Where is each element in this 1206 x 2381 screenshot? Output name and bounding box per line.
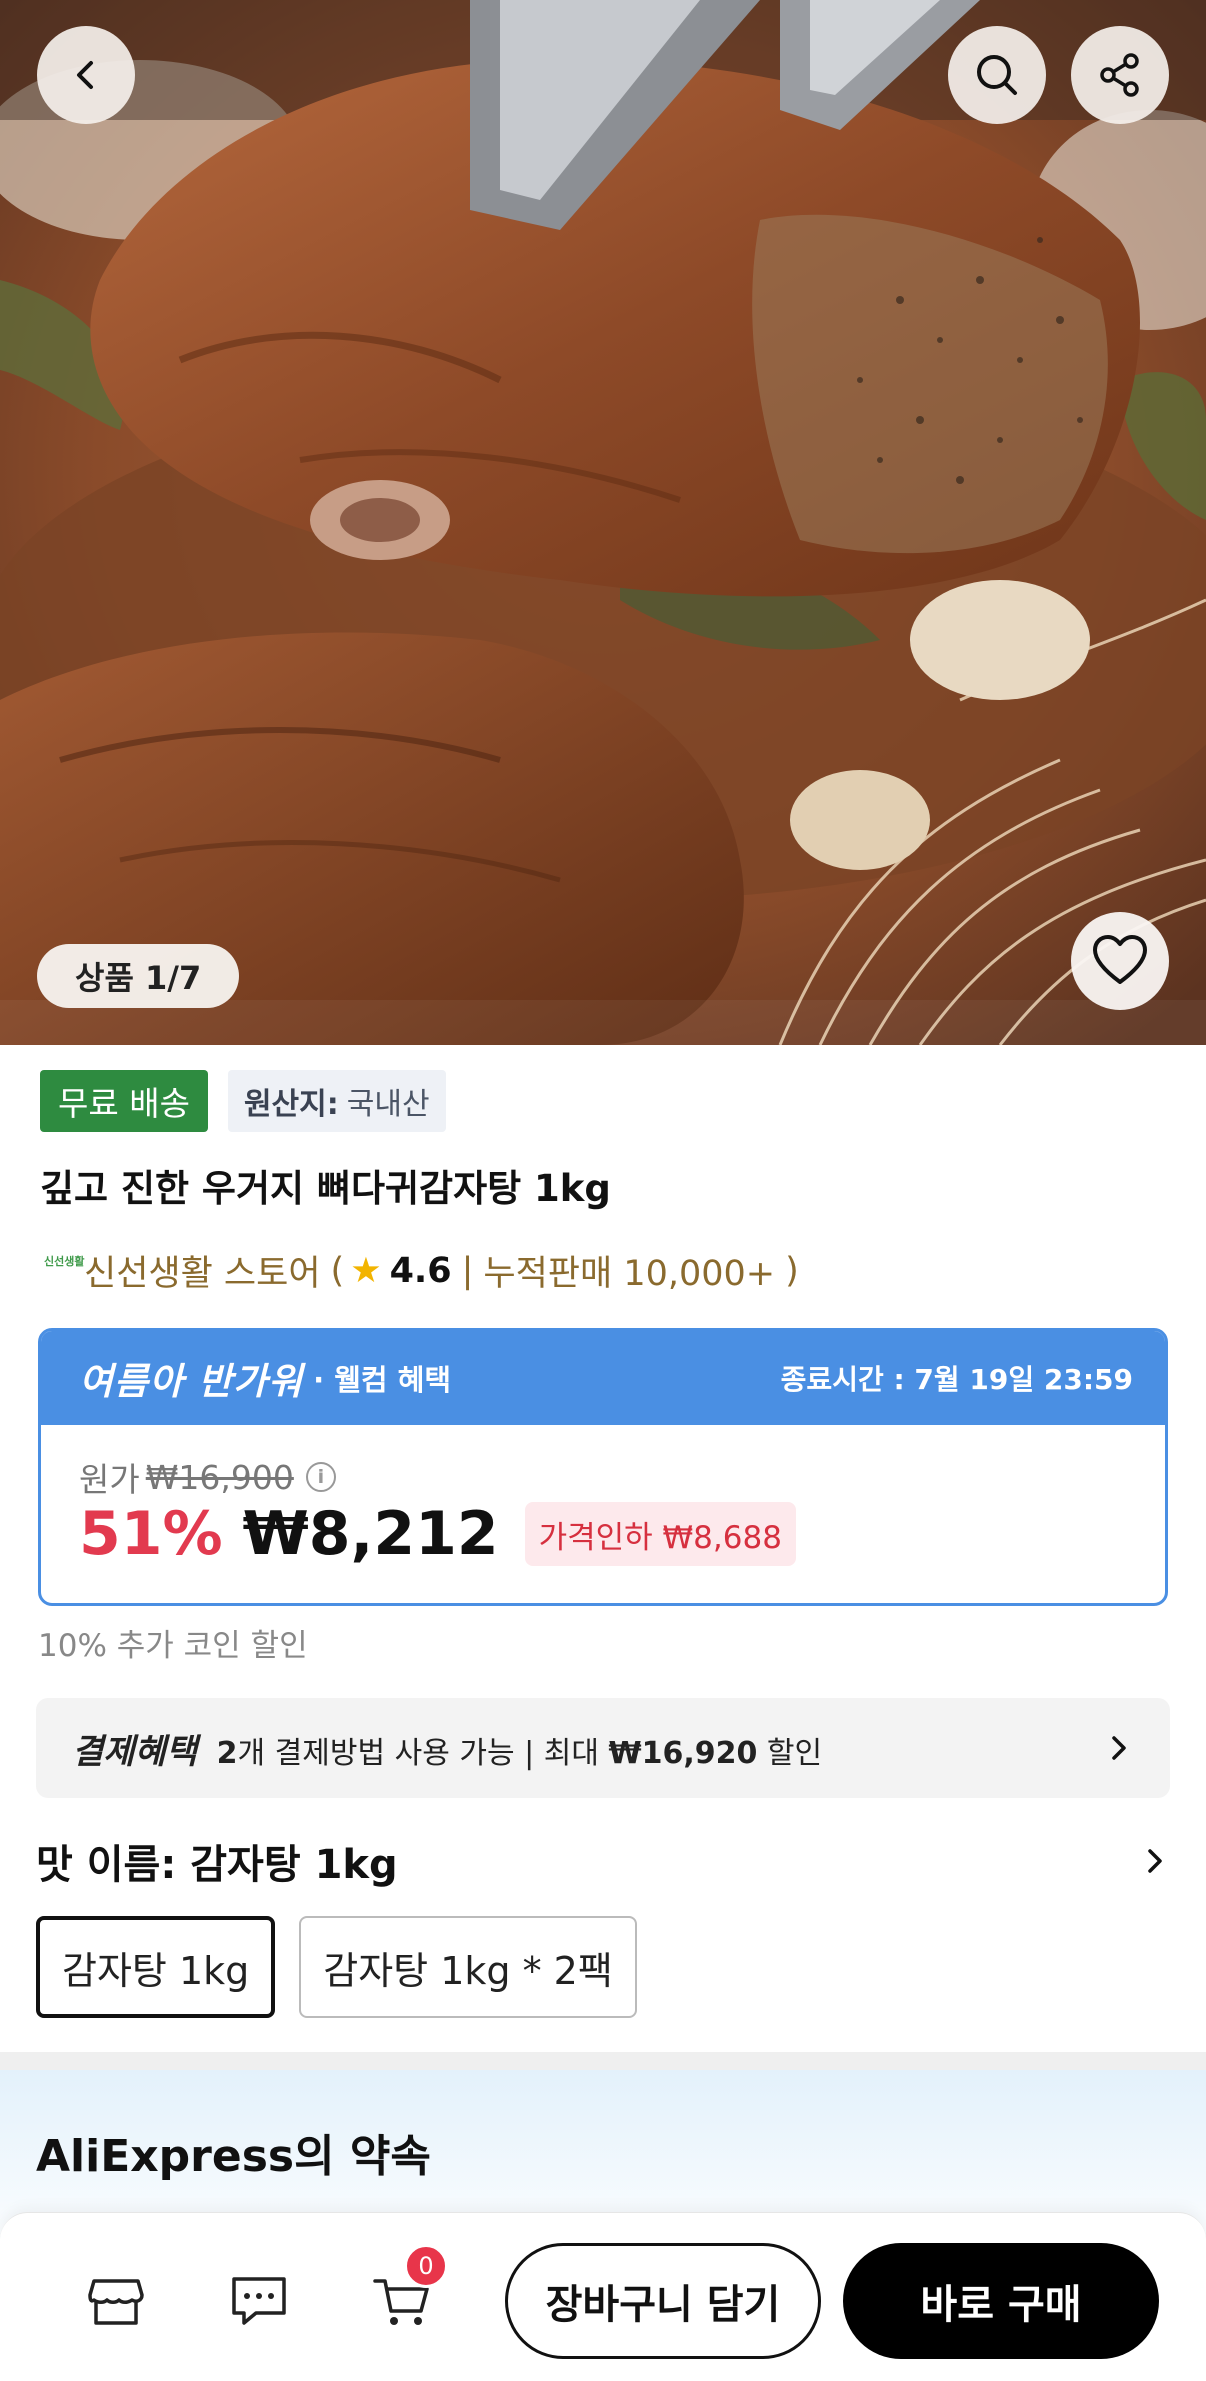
- chevron-right-icon: [1148, 1849, 1162, 1873]
- flavor-selector-header[interactable]: 맛 이름: 감자탕 1kg: [36, 1832, 1170, 1890]
- search-button[interactable]: [948, 26, 1046, 124]
- favorite-button[interactable]: [1071, 912, 1169, 1010]
- flavor-option[interactable]: 감자탕 1kg: [36, 1916, 276, 2018]
- chevron-left-icon: [77, 61, 93, 89]
- original-price: ₩16,900: [145, 1457, 294, 1497]
- info-icon[interactable]: i: [305, 1462, 336, 1492]
- flavor-options: 감자탕 1kg 감자탕 1kg * 2팩: [36, 1916, 637, 2018]
- sale-price: ₩8,212: [242, 1499, 499, 1569]
- share-icon: [1100, 53, 1139, 97]
- paren-close: ): [785, 1250, 799, 1291]
- chat-icon: [232, 2277, 286, 2325]
- back-button[interactable]: [37, 26, 135, 124]
- store-sales: 누적판매 10,000+: [483, 1254, 776, 1294]
- chat-button[interactable]: [227, 2269, 291, 2333]
- original-price-row: 원가 ₩16,900 i: [79, 1453, 336, 1501]
- product-tags: 무료 배송 원산지: 국내산: [40, 1070, 446, 1132]
- flavor-label: 맛 이름: 감자탕 1kg: [36, 1842, 398, 1888]
- promo-subtitle: · 웰컴 혜택: [313, 1363, 452, 1397]
- promo-banner: 여름아 반가워 · 웰컴 혜택 종료시간 : 7월 19일 23:59: [41, 1331, 1165, 1425]
- bottom-action-bar: 0 장바구니 담기 바로 구매: [0, 2212, 1206, 2381]
- payment-benefits-suffix: 할인: [766, 1735, 823, 1771]
- store-rating: 4.6: [389, 1250, 452, 1291]
- discount-percent: 51%: [79, 1499, 223, 1569]
- payment-benefits-bar[interactable]: 결제혜택 2개 결제방법 사용 가능 | 최대 ₩16,920 할인: [36, 1698, 1170, 1798]
- payment-benefits-text: 개 결제방법 사용 가능 | 최대: [237, 1735, 599, 1771]
- heart-icon: [1093, 935, 1147, 984]
- flavor-option[interactable]: 감자탕 1kg * 2팩: [299, 1916, 637, 2018]
- store-button[interactable]: [84, 2269, 148, 2333]
- buy-now-button[interactable]: 바로 구매: [843, 2243, 1159, 2359]
- original-price-label: 원가: [79, 1460, 140, 1499]
- share-button[interactable]: [1071, 26, 1169, 124]
- separator: |: [461, 1250, 474, 1291]
- promo-title: 여름아 반가워: [79, 1360, 304, 1403]
- star-icon: ★: [350, 1250, 382, 1291]
- image-counter: 상품 1/7: [37, 944, 240, 1008]
- payment-method-count: 2: [216, 1735, 238, 1771]
- origin-badge: 원산지: 국내산: [227, 1070, 446, 1132]
- search-icon: [977, 55, 1017, 95]
- cart-count-badge: 0: [404, 2244, 448, 2288]
- price-card: 여름아 반가워 · 웰컴 혜택 종료시간 : 7월 19일 23:59 원가 ₩…: [38, 1328, 1168, 1606]
- product-title: 깊고 진한 우거지 뼈다귀감자탕 1kg: [40, 1167, 611, 1210]
- store-icon: [88, 2279, 144, 2325]
- section-divider: [0, 2052, 1206, 2070]
- promo-end-time: 종료시간 : 7월 19일 23:59: [780, 1363, 1133, 1396]
- origin-label: 원산지:: [243, 1087, 339, 1122]
- origin-value: 국내산: [346, 1087, 430, 1122]
- sale-price-row: 51% ₩8,212 가격인하 ₩8,688: [79, 1499, 796, 1569]
- free-shipping-badge: 무료 배송: [40, 1070, 208, 1132]
- coin-discount-text: 10% 추가 코인 할인: [38, 1628, 308, 1664]
- store-info-row[interactable]: 신선생활 신선생활 스토어 ( ★ 4.6 | 누적판매 10,000+ ): [44, 1245, 799, 1296]
- product-photo: [0, 0, 1206, 1045]
- payment-benefits-title: 결제혜택: [72, 1731, 198, 1772]
- add-to-cart-button[interactable]: 장바구니 담기: [505, 2243, 821, 2359]
- price-drop-badge: 가격인하 ₩8,688: [524, 1502, 796, 1566]
- store-logo: 신선생활: [44, 1254, 85, 1268]
- promise-title: AliExpress의 약속: [36, 2131, 431, 2182]
- product-image-carousel[interactable]: 상품 1/7: [0, 0, 1206, 1045]
- paren-open: (: [330, 1250, 345, 1291]
- chevron-right-icon: [1112, 1736, 1126, 1760]
- store-name[interactable]: 신선생활 스토어: [84, 1245, 321, 1296]
- payment-max-discount: ₩16,920: [608, 1735, 758, 1771]
